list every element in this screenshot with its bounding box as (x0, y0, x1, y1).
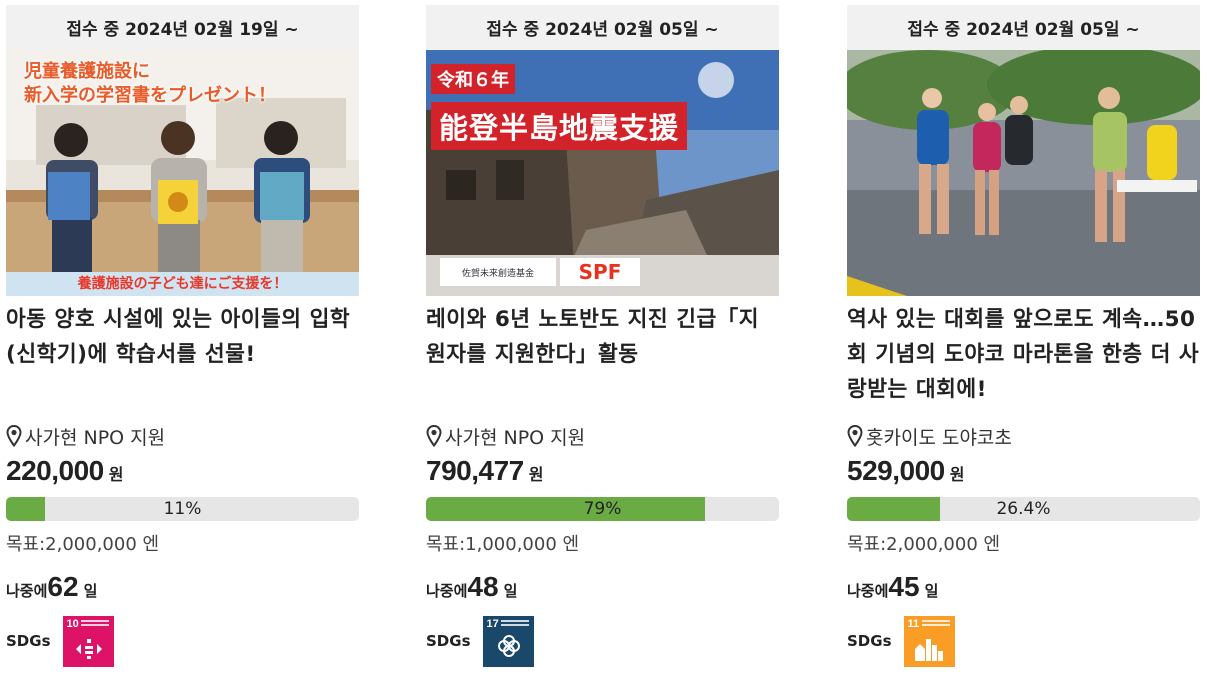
goal-amount: 목표:2,000,000 엔 (847, 534, 1001, 555)
image-logo-right: SPF (560, 258, 640, 286)
image-logo-left: 佐賀未来創造基金 (440, 258, 556, 286)
sdgs-row: SDGs 10 (6, 613, 359, 669)
amount-value: 220,000 (6, 455, 104, 486)
amount-value: 529,000 (847, 455, 945, 486)
days-unit: 일 (503, 582, 518, 600)
progress-percent: 79% (583, 499, 622, 519)
location-label: 사가현 NPO 지원 (25, 426, 166, 449)
sdgs-row: SDGs 11 (847, 613, 1200, 669)
project-thumbnail[interactable]: 令和６年 能登半島地震支援 佐賀未来創造基金 SPF (426, 50, 779, 296)
sdgs-label: SDGs (6, 632, 51, 650)
progress-bar: 26.4% (847, 497, 1200, 521)
location: 사가현 NPO 지원 (426, 420, 779, 452)
image-caption-main: 能登半島地震支援 (431, 102, 688, 150)
project-title[interactable]: 레이와 6년 노토반도 지진 긴급「지원자를 지원한다」활동 (426, 296, 779, 420)
remaining-days: 62 (47, 571, 79, 602)
sustainable-cities-icon[interactable]: 11 (903, 615, 955, 667)
map-pin-icon (6, 425, 22, 447)
reduced-inequalities-icon[interactable]: 10 (62, 615, 114, 667)
days-remaining: 나중에 45 일 (847, 565, 1200, 613)
project-title[interactable]: 아동 양호 시설에 있는 아이들의 입학(신학기)에 학습서를 선물! (6, 296, 359, 420)
project-title[interactable]: 역사 있는 대회를 앞으로도 계속…50회 기념의 도야코 마라톤을 한층 더 … (847, 296, 1200, 420)
amount-unit: 원 (528, 465, 544, 484)
remaining-days: 45 (888, 571, 920, 602)
image-caption-top: 令和６年 (431, 64, 515, 94)
goal-amount: 목표:1,000,000 엔 (426, 534, 580, 555)
project-thumbnail[interactable]: 児童養護施設に 新入学の学習書をプレゼント！ 養護施設の子ども達にご支援を！ (6, 50, 359, 296)
progress-bar: 79% (426, 497, 779, 521)
image-caption-top: 児童養護施設に 新入学の学習書をプレゼント！ (24, 61, 276, 106)
goal-amount: 목표:2,000,000 엔 (6, 534, 160, 555)
amount-value: 790,477 (426, 455, 524, 486)
map-pin-icon (426, 425, 442, 447)
days-remaining: 나중에 62 일 (6, 565, 359, 613)
sdgs-row: SDGs 17 (426, 613, 779, 669)
status-badge: 접수 중 2024년 02월 05일 ~ (847, 5, 1200, 50)
partnerships-icon[interactable]: 17 (482, 615, 534, 667)
amount-unit: 원 (949, 465, 965, 484)
progress-bar: 11% (6, 497, 359, 521)
remaining-label: 나중에 (6, 582, 48, 600)
amount-unit: 원 (108, 465, 124, 484)
days-unit: 일 (924, 582, 939, 600)
progress-percent: 11% (163, 499, 202, 519)
remaining-label: 나중에 (426, 582, 468, 600)
project-thumbnail[interactable] (847, 50, 1200, 296)
raised-amount: 220,000 원 (6, 452, 359, 496)
project-image (847, 50, 1200, 296)
status-badge: 접수 중 2024년 02월 19일 ~ (6, 5, 359, 50)
remaining-days: 48 (467, 571, 499, 602)
image-caption-bottom: 養護施設の子ども達にご支援を！ (77, 276, 288, 292)
sdgs-label: SDGs (426, 632, 471, 650)
project-card[interactable]: 접수 중 2024년 02월 19일 ~ 児童養護施設に 新入学の学習書をプレゼ… (6, 5, 359, 669)
days-unit: 일 (83, 582, 98, 600)
remaining-label: 나중에 (847, 582, 889, 600)
raised-amount: 529,000 원 (847, 452, 1200, 496)
progress-percent: 26.4% (996, 499, 1051, 519)
sdgs-label: SDGs (847, 632, 892, 650)
status-badge: 접수 중 2024년 02월 05일 ~ (426, 5, 779, 50)
raised-amount: 790,477 원 (426, 452, 779, 496)
location-label: 사가현 NPO 지원 (445, 426, 586, 449)
map-pin-icon (847, 425, 863, 447)
location: 사가현 NPO 지원 (6, 420, 359, 452)
project-card[interactable]: 접수 중 2024년 02월 05일 ~ 令和６年 能登半島地震支援 佐賀未来創… (426, 5, 779, 669)
days-remaining: 나중에 48 일 (426, 565, 779, 613)
location: 홋카이도 도야코초 (847, 420, 1200, 452)
location-label: 홋카이도 도야코초 (866, 426, 1012, 449)
project-card[interactable]: 접수 중 2024년 02월 05일 ~ 역사 있는 대회를 앞으로도 계속…5… (847, 5, 1200, 669)
